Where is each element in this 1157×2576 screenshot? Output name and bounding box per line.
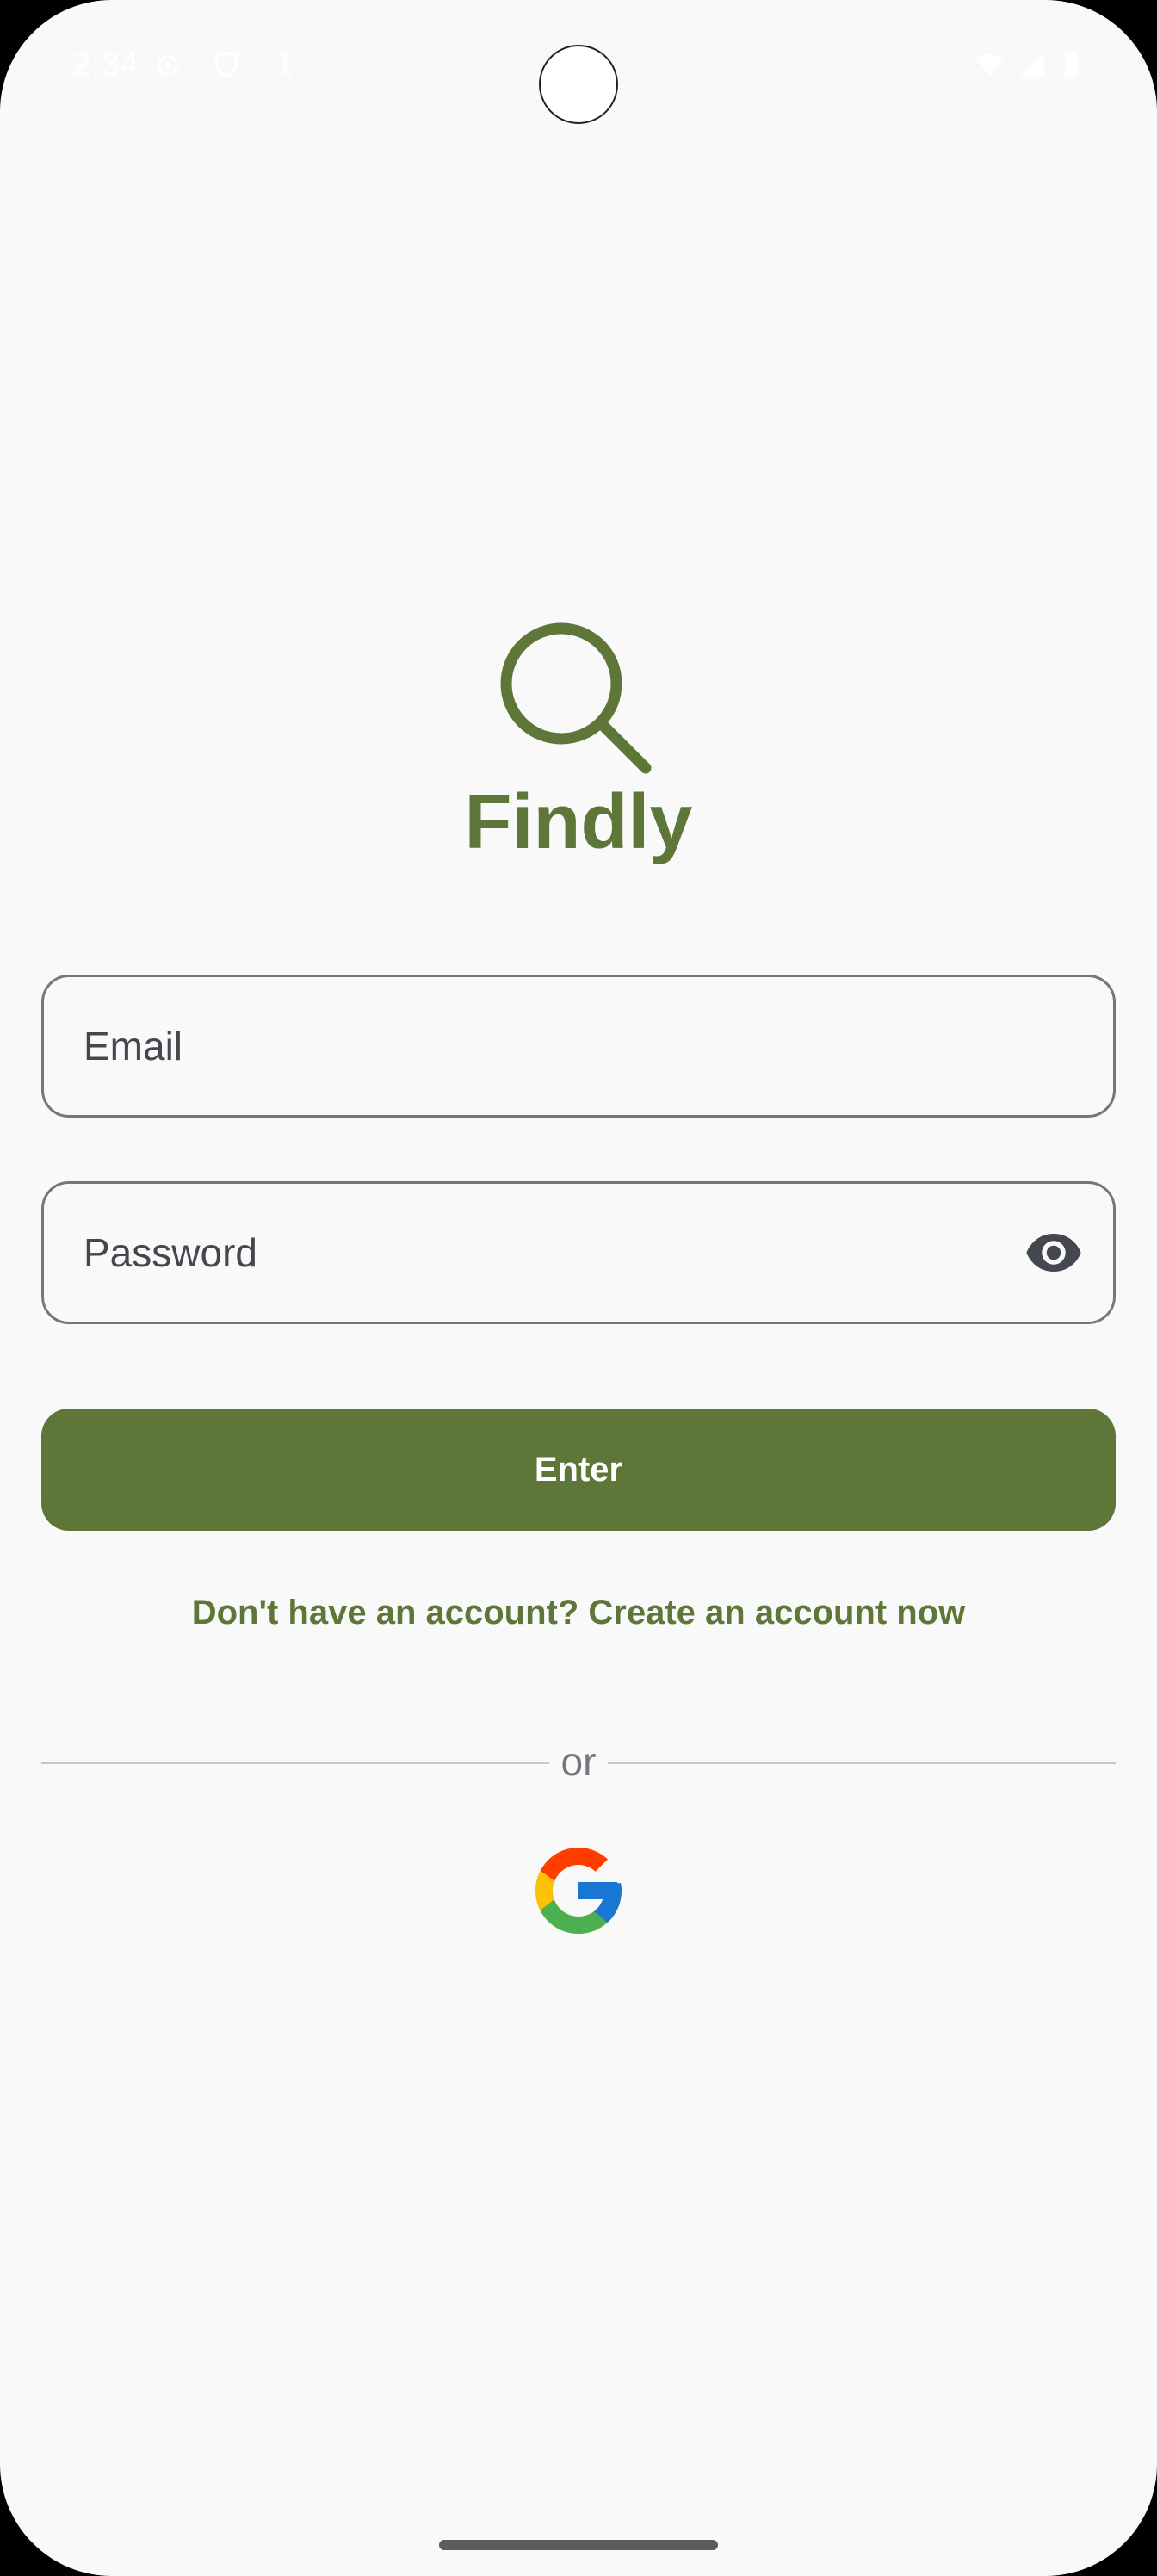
status-time: 2:34	[72, 46, 139, 83]
password-placeholder: Password	[84, 1230, 257, 1275]
password-field[interactable]: Password	[41, 1181, 1116, 1324]
enter-button[interactable]: Enter	[41, 1409, 1116, 1531]
home-indicator[interactable]	[439, 2540, 718, 2550]
wifi-icon	[976, 53, 1004, 76]
google-icon[interactable]	[527, 1839, 630, 1942]
email-placeholder: Email	[84, 1024, 183, 1068]
email-field[interactable]: Email	[41, 975, 1116, 1118]
settings-icon	[158, 54, 178, 75]
magnifier-icon	[500, 622, 652, 774]
status-bar: 2:34	[0, 0, 1157, 138]
eye-icon[interactable]	[1025, 1227, 1082, 1279]
create-account-link[interactable]: Don't have an account? Create an account…	[0, 1589, 1157, 1636]
login-screen: 2:34 Findly Email Password Enter Don't h…	[0, 0, 1157, 2576]
shield-icon	[214, 50, 238, 79]
camera-cutout	[539, 45, 618, 124]
divider-line-right	[608, 1762, 1116, 1764]
battery-icon	[1064, 52, 1078, 78]
signal-icon	[1019, 52, 1045, 77]
accessibility-icon	[279, 53, 291, 77]
app-title: Findly	[464, 779, 693, 865]
